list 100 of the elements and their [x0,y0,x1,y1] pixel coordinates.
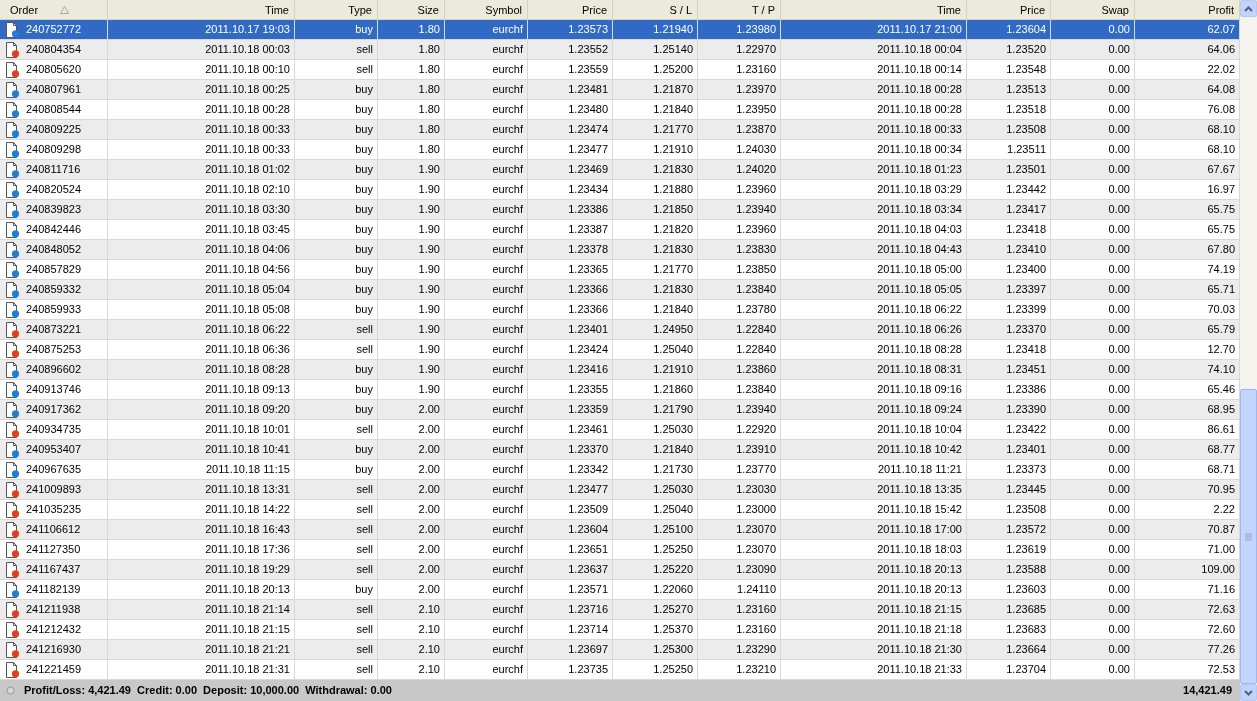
table-cell-text: 2.10 [418,642,440,658]
table-cell-text: 1.23603 [1006,582,1046,598]
table-cell-text: 2011.10.18 00:34 [877,142,962,158]
table-row[interactable]: 241211938 2011.10.18 21:14 sell 2.10 eurchf 1.23716 1.25270 1.23160 2011.10.18 21:15 1.23685 0.00 72.63 [0,600,1240,620]
table-cell-text: 1.21850 [653,202,693,218]
table-row[interactable]: 240807961 2011.10.18 00:25 buy 1.80 eurchf 1.23481 1.21870 1.23970 2011.10.18 00:28 1.23513 0.00 64.08 [0,80,1240,100]
table-cell-text: 240873221 [26,322,82,338]
table-cell-text: 1.23030 [736,482,776,498]
table-cell-text: 1.23418 [1006,222,1046,238]
scroll-up-button[interactable] [1240,0,1257,17]
table-cell-text: 0.00 [1108,162,1130,178]
table-cell-text: 1.25100 [653,522,693,538]
table-row[interactable]: 240896602 2011.10.18 08:28 buy 1.90 eurchf 1.23416 1.21910 1.23860 2011.10.18 08:31 1.23451 0.00 74.10 [0,360,1240,380]
table-cell-text: 241035235 [26,502,82,518]
table-cell-text: 2011.10.18 02:10 [205,182,290,198]
table-row[interactable]: 241167437 2011.10.18 19:29 sell 2.00 eurchf 1.23637 1.25220 1.23090 2011.10.18 20:13 1.23588 0.00 109.00 [0,560,1240,580]
table-row[interactable]: 240809225 2011.10.18 00:33 buy 1.80 eurchf 1.23474 1.21770 1.23870 2011.10.18 00:33 1.23508 0.00 68.10 [0,120,1240,140]
table-cell-text: 62.07 [1207,22,1235,38]
table-cell-text: 2011.10.18 06:36 [205,342,290,358]
table-cell-text: eurchf [492,42,523,58]
table-cell-text: 2011.10.18 17:36 [205,542,290,558]
circle-icon [6,686,15,695]
table-cell-text: 2011.10.18 09:20 [205,402,290,418]
table-cell-text: 2.10 [418,622,440,638]
table-row[interactable]: 240859332 2011.10.18 05:04 buy 1.90 eurchf 1.23366 1.21830 1.23840 2011.10.18 05:05 1.23397 0.00 65.71 [0,280,1240,300]
table-cell-text: 1.23604 [1006,22,1046,38]
table-row[interactable]: 241009893 2011.10.18 13:31 sell 2.00 eurchf 1.23477 1.25030 1.23030 2011.10.18 13:35 1.23445 0.00 70.95 [0,480,1240,500]
table-cell-text: 0.00 [1108,562,1130,578]
table-cell-text: 0.00 [1108,282,1130,298]
table-cell-text: 2.22 [1213,502,1235,518]
table-cell-text: 1.23619 [1006,542,1046,558]
table-cell-text: 1.23683 [1006,622,1046,638]
table-cell-text: 1.23359 [568,402,608,418]
document-icon [4,261,20,278]
table-cell-text: 1.80 [418,82,440,98]
document-icon [4,81,20,98]
table-cell-text: 1.23365 [568,262,608,278]
table-cell-text: 2011.10.18 01:23 [877,162,962,178]
table-cell-text: 1.21910 [653,142,693,158]
table-cell-text: 65.75 [1207,222,1235,238]
table-cell-text: 0.00 [1108,602,1130,618]
document-icon [4,621,20,638]
table-cell-text: 241167437 [26,562,81,578]
table-cell-text: 240807961 [26,82,82,98]
table-cell-text: 1.90 [418,322,440,338]
table-cell-text: 72.60 [1207,622,1235,638]
table-row[interactable]: 240811716 2011.10.18 01:02 buy 1.90 eurchf 1.23469 1.21830 1.24020 2011.10.18 01:23 1.23501 0.00 67.67 [0,160,1240,180]
table-cell-text: 68.77 [1207,442,1235,458]
scrollbar-thumb[interactable] [1240,389,1257,684]
table-cell-text: 1.24950 [653,322,693,338]
table-cell-text: 2011.10.18 03:29 [877,182,962,198]
table-row[interactable]: 240917362 2011.10.18 09:20 buy 2.00 eurchf 1.23359 1.21790 1.23940 2011.10.18 09:24 1.23390 0.00 68.95 [0,400,1240,420]
table-cell-text: 1.23370 [568,442,608,458]
table-cell-text: 1.23870 [736,122,776,138]
table-cell-text: 0.00 [1108,422,1130,438]
table-cell-text: 1.23445 [1006,482,1046,498]
table-cell-text: 1.23417 [1006,202,1046,218]
table-cell-text: 1.23520 [1006,42,1046,58]
table-cell-text: 2011.10.18 10:01 [205,422,290,438]
table-row[interactable]: 240839823 2011.10.18 03:30 buy 1.90 eurchf 1.23386 1.21850 1.23940 2011.10.18 03:34 1.23417 0.00 65.75 [0,200,1240,220]
table-row[interactable]: 240804354 2011.10.18 00:03 sell 1.80 eurchf 1.23552 1.25140 1.22970 2011.10.18 00:04 1.23520 0.00 64.06 [0,40,1240,60]
table-cell-text: 67.80 [1207,242,1235,258]
table-cell-text: 1.23716 [568,602,608,618]
table-cell-text: 71.00 [1207,542,1235,558]
table-cell-text: 1.25270 [653,602,693,618]
table-cell-text: 2011.10.18 06:22 [877,302,962,318]
table-row[interactable]: 240953407 2011.10.18 10:41 buy 2.00 eurchf 1.23370 1.21840 1.23910 2011.10.18 10:42 1.23401 0.00 68.77 [0,440,1240,460]
table-cell-text: 2011.10.18 21:14 [205,602,290,618]
table-row[interactable]: 241106612 2011.10.18 16:43 sell 2.00 eurchf 1.23604 1.25100 1.23070 2011.10.18 17:00 1.23572 0.00 70.87 [0,520,1240,540]
table-cell-text: sell [356,642,373,658]
table-cell-text: 0.00 [1108,122,1130,138]
table-cell-text: 2011.10.18 20:13 [205,582,290,598]
table-cell-text: sell [356,482,373,498]
table-cell-text: 0.00 [1108,582,1130,598]
table-cell-text: 74.10 [1207,362,1235,378]
table-cell-text: sell [356,622,373,638]
table-cell-text: 1.24030 [736,142,776,158]
table-cell-text: 1.23518 [1006,102,1046,118]
table-cell-text: 2.00 [418,482,440,498]
table-row[interactable]: 240873221 2011.10.18 06:22 sell 1.90 eurchf 1.23401 1.24950 1.22840 2011.10.18 06:26 1.23370 0.00 65.79 [0,320,1240,340]
table-cell-text: 2011.10.18 03:45 [205,222,290,238]
document-icon [4,401,20,418]
table-cell-text: 2011.10.18 09:24 [877,402,962,418]
table-cell-text: 2011.10.18 00:28 [877,82,962,98]
table-cell-text: eurchf [492,582,523,598]
table-cell-text: eurchf [492,22,523,38]
table-cell-text: buy [355,162,373,178]
table-cell-text: 0.00 [1108,622,1130,638]
table-cell-text: 240896602 [26,362,82,378]
table-row[interactable]: 241221459 2011.10.18 21:31 sell 2.10 eurchf 1.23735 1.25250 1.23210 2011.10.18 21:33 1.23704 0.00 72.53 [0,660,1240,680]
table-cell-text: 2.00 [418,462,440,478]
table-row[interactable]: 241216930 2011.10.18 21:21 sell 2.10 eurchf 1.23697 1.25300 1.23290 2011.10.18 21:30 1.23664 0.00 77.26 [0,640,1240,660]
table-cell-text: 72.53 [1207,662,1235,678]
table-cell-text: 1.23714 [568,622,608,638]
table-row[interactable]: 240752772 2011.10.17 19:03 buy 1.80 eurchf 1.23573 1.21940 1.23980 2011.10.17 21:00 1.23604 0.00 62.07 [0,20,1240,40]
table-cell-text: 70.03 [1207,302,1235,318]
table-cell-text: 0.00 [1108,642,1130,658]
scrollbar[interactable] [1240,0,1257,701]
table-row[interactable]: 240848052 2011.10.18 04:06 buy 1.90 eurchf 1.23378 1.21830 1.23830 2011.10.18 04:43 1.23410 0.00 67.80 [0,240,1240,260]
scroll-down-button[interactable] [1240,684,1257,701]
